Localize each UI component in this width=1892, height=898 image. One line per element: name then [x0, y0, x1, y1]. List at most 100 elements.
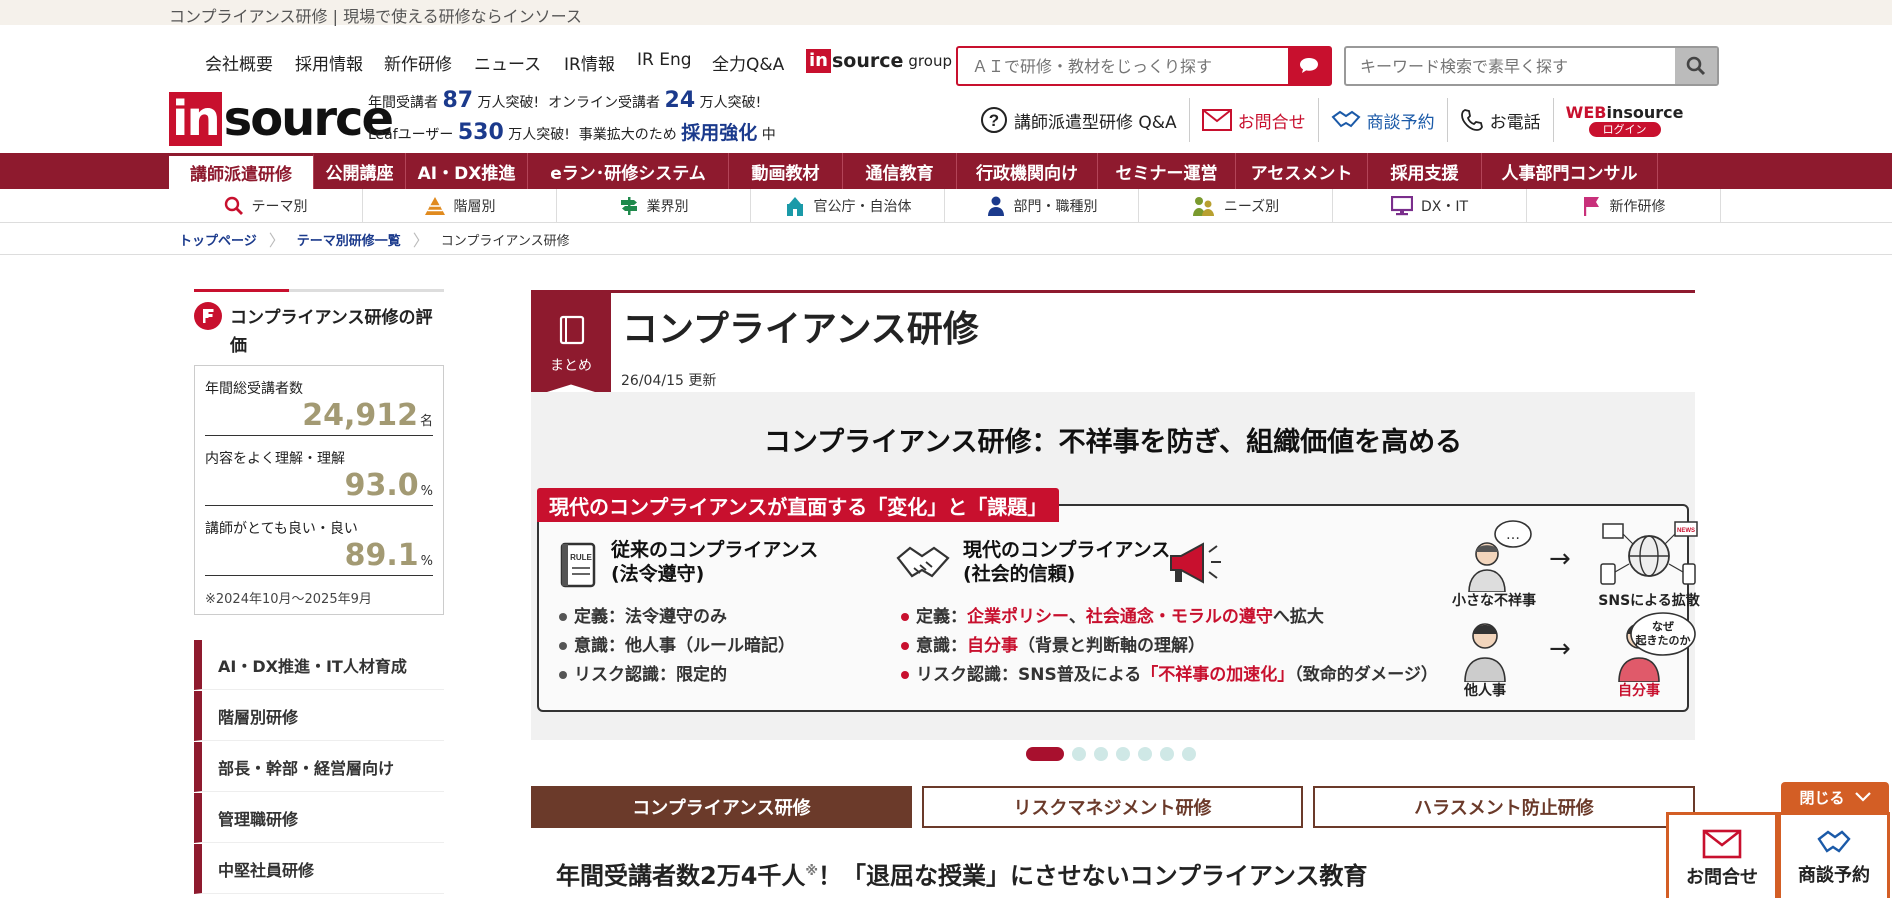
nav-public-seminar[interactable]: 公開講座 [314, 153, 406, 189]
handshake-icon [896, 546, 950, 578]
old-item-1: 定義：法令遵守のみ [559, 602, 727, 627]
carousel-dot[interactable] [1182, 747, 1196, 761]
floating-close-button[interactable]: 閉じる [1781, 782, 1889, 812]
insource-logo[interactable]: in source [169, 92, 394, 146]
floating-contact-button[interactable]: お問合せ [1666, 812, 1778, 898]
hero-banner[interactable]: コンプライアンス研修：不祥事を防ぎ、組織価値を高める RULE 従来のコンプライ… [531, 392, 1700, 740]
ai-search-input[interactable] [958, 48, 1284, 84]
sub-nav: テーマ別 階層別 業界別 官公庁・自治体 部門・職種別 ニーズ別 DX・IT 新… [0, 189, 1892, 223]
carousel-dot[interactable] [1138, 747, 1152, 761]
subnav-level[interactable]: 階層別 [363, 189, 557, 223]
new-compliance-title: 現代のコンプライアンス [963, 539, 1171, 561]
nav-instructor-dispatch[interactable]: 講師派遣研修 [169, 153, 314, 189]
nav-seminar-ops[interactable]: セミナー運営 [1098, 153, 1236, 189]
keyword-search-box [1344, 46, 1719, 86]
subnav-department[interactable]: 部門・職種別 [945, 189, 1139, 223]
nav-ai-dx[interactable]: AI・DX推進 [406, 153, 528, 189]
link-company[interactable]: 会社概要 [205, 50, 273, 75]
breadcrumb-top[interactable]: トップページ [179, 230, 257, 249]
carousel-dots [1026, 747, 1196, 761]
handshake-icon [1331, 110, 1361, 128]
breadcrumb: トップページ 〉 テーマ別研修一覧 〉 コンプライアンス研修 [0, 223, 1892, 255]
recruit-strengthen-link[interactable]: 採用強化 [681, 122, 757, 144]
link-new-training[interactable]: 新作研修 [384, 50, 452, 75]
subnav-dx-it[interactable]: DX・IT [1333, 189, 1527, 223]
side-link-midlevel[interactable]: 中堅社員研修 [194, 844, 444, 894]
link-news[interactable]: ニュース [474, 50, 541, 75]
subnav-new[interactable]: 新作研修 [1527, 189, 1721, 223]
arrow-right-icon: → [1549, 634, 1571, 664]
insource-group-logo[interactable]: in source group [806, 48, 952, 74]
qa-link[interactable]: ? 講師派遣型研修 Q&A [968, 98, 1190, 142]
nav-hr-consulting[interactable]: 人事部門コンサル [1482, 153, 1658, 189]
side-link-ai-dx[interactable]: AI・DX推進・IT人材育成 [194, 640, 444, 690]
old-compliance-subtitle: (法令遵守) [611, 563, 705, 585]
carousel-dot[interactable] [1026, 747, 1064, 761]
breadcrumb-theme-list[interactable]: テーマ別研修一覧 [297, 230, 401, 249]
carousel-dot[interactable] [1160, 747, 1174, 761]
subnav-industry[interactable]: 業界別 [557, 189, 751, 223]
link-ir[interactable]: IR情報 [564, 50, 615, 75]
monitor-icon [1390, 196, 1413, 216]
fig-other-person: 他人事 [1464, 683, 1506, 699]
tab-risk-management[interactable]: リスクマネジメント研修 [922, 786, 1303, 828]
tab-compliance[interactable]: コンプライアンス研修 [531, 786, 912, 828]
ai-search-button[interactable] [1288, 48, 1330, 84]
speech-bubble-icon: なぜ起きたのか [1630, 612, 1696, 656]
svg-text:RULE: RULE [570, 553, 592, 562]
tab-harassment[interactable]: ハラスメント防止研修 [1313, 786, 1695, 828]
keyword-search-button[interactable] [1675, 48, 1717, 84]
side-link-manager[interactable]: 管理職研修 [194, 793, 444, 843]
link-recruit[interactable]: 採用情報 [295, 50, 363, 75]
carousel-dot[interactable] [1094, 747, 1108, 761]
nav-recruit-support[interactable]: 採用支援 [1368, 153, 1482, 189]
nav-elearning[interactable]: eラン･研修システム [528, 153, 729, 189]
nav-video[interactable]: 動画教材 [729, 153, 843, 189]
breadcrumb-current: コンプライアンス研修 [440, 233, 570, 249]
eval-understanding: 内容をよく理解・理解 93.0% [205, 448, 433, 506]
side-link-executive[interactable]: 部長・幹部・経営層向け [194, 742, 444, 792]
new-item-1: 定義：企業ポリシー、社会通念・モラルの遵守へ拡大 [901, 602, 1324, 627]
eval-header: コンプライアンス研修の評価 [194, 289, 444, 369]
banner-headline: コンプライアンス研修：不祥事を防ぎ、組織価値を高める [763, 427, 1463, 458]
book-icon [559, 315, 585, 345]
svg-text:起きたのか: 起きたのか [1635, 633, 1691, 647]
matome-badge: まとめ [531, 293, 611, 397]
site-tagline: コンプライアンス研修 | 現場で使える研修ならインソース [169, 7, 582, 26]
old-compliance-title: 従来のコンプライアンス [611, 539, 819, 561]
question-circle-icon: ? [981, 107, 1007, 133]
keyword-search-input[interactable] [1346, 48, 1672, 84]
floating-meeting-button[interactable]: 商談予約 [1778, 812, 1890, 898]
updated-date: 26/04/15 更新 [621, 373, 717, 389]
chevron-right-icon: 〉 [268, 231, 285, 250]
flag-icon [1583, 197, 1599, 216]
link-qa[interactable]: 全力Q&A [712, 50, 784, 75]
mail-icon [1702, 829, 1742, 859]
carousel-dot[interactable] [1072, 747, 1086, 761]
utility-bar: ? 講師派遣型研修 Q&A お問合せ 商談予約 お電話 WEBinsource … [968, 98, 1695, 142]
main-nav: 講師派遣研修 公開講座 AI・DX推進 eラン･研修システム 動画教材 通信教育… [0, 153, 1892, 189]
carousel-dot[interactable] [1116, 747, 1130, 761]
contact-link[interactable]: お問合せ [1190, 98, 1319, 142]
phone-icon [1460, 109, 1483, 131]
nav-assessment[interactable]: アセスメント [1236, 153, 1368, 189]
link-ir-eng[interactable]: IR Eng [637, 50, 692, 70]
mail-icon [1201, 109, 1232, 131]
phone-link[interactable]: お電話 [1448, 98, 1554, 142]
ai-search-box [956, 46, 1332, 86]
banner-panel: RULE 従来のコンプライアンス (法令遵守) 定義：法令遵守のみ 意識：他人事… [537, 504, 1700, 712]
search-icon [1686, 56, 1706, 76]
subnav-government[interactable]: 官公庁・自治体 [751, 189, 945, 223]
svg-text:NEWS: NEWS [1677, 528, 1695, 534]
thinking-person-icon: … [1468, 520, 1532, 592]
subnav-needs[interactable]: ニーズ別 [1139, 189, 1333, 223]
meeting-link[interactable]: 商談予約 [1319, 98, 1448, 142]
nav-correspondence[interactable]: 通信教育 [843, 153, 957, 189]
top-strip: コンプライアンス研修 | 現場で使える研修ならインソース [0, 0, 1892, 26]
web-insource-login[interactable]: WEBinsource ログイン [1554, 98, 1696, 142]
side-link-level[interactable]: 階層別研修 [194, 691, 444, 741]
nav-government[interactable]: 行政機関向け [957, 153, 1098, 189]
fig-self: 自分事 [1618, 683, 1660, 699]
old-item-3: リスク認識：限定的 [559, 660, 727, 685]
subnav-theme[interactable]: テーマ別 [169, 189, 363, 223]
